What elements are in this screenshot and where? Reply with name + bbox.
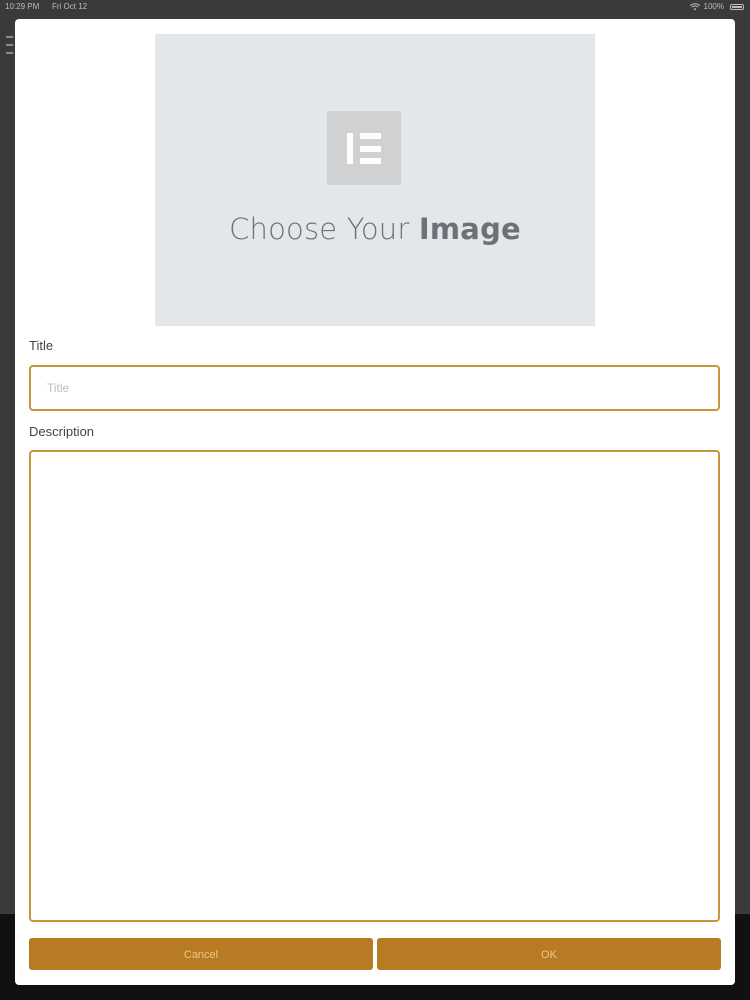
title-label: Title: [29, 338, 54, 353]
description-label: Description: [29, 424, 95, 439]
new-item-dialog: Choose Your Image Title Description Canc…: [15, 19, 735, 985]
status-time: 10:29 PM: [5, 2, 40, 11]
choose-image-button[interactable]: Choose Your Image: [155, 34, 595, 326]
ok-button[interactable]: OK: [377, 938, 721, 970]
status-right: 100%: [689, 0, 724, 14]
battery-percent: 100%: [703, 2, 724, 11]
status-date: Fri Oct 12: [52, 2, 88, 11]
cancel-button[interactable]: Cancel: [29, 938, 373, 970]
choose-image-emphasis: Image: [418, 212, 521, 246]
choose-image-prefix: Choose Your: [229, 212, 419, 246]
wifi-icon: [689, 3, 700, 11]
battery-icon: [730, 4, 744, 10]
title-input[interactable]: [29, 365, 720, 411]
background-app-hint: [6, 36, 14, 60]
elementor-logo-icon: [327, 111, 401, 185]
choose-image-label: Choose Your Image: [155, 212, 595, 246]
status-bar: 10:29 PM Fri Oct 12 100%: [0, 0, 750, 14]
description-input[interactable]: [29, 450, 720, 922]
